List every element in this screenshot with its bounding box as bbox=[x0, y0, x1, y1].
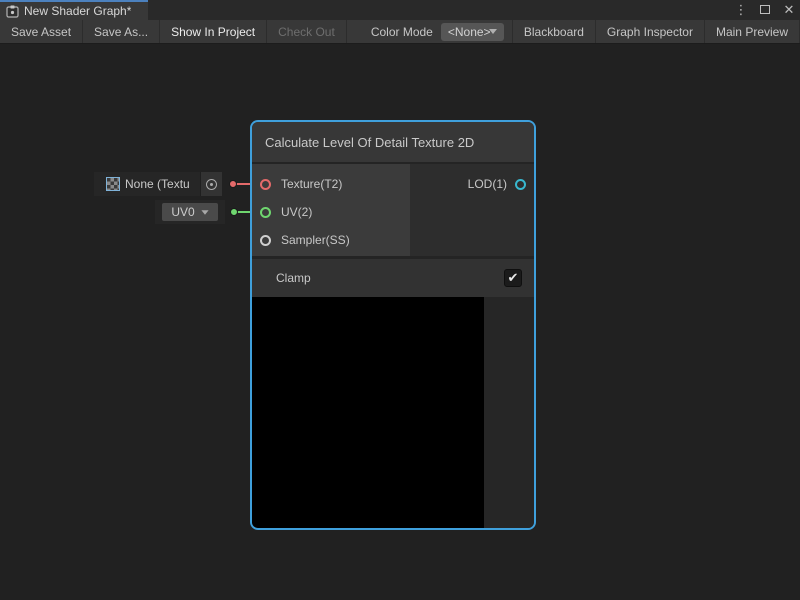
port-row-sampler: Sampler(SS) bbox=[252, 226, 410, 254]
node-title: Calculate Level Of Detail Texture 2D bbox=[265, 135, 474, 150]
input-ports-panel: Texture(T2) UV(2) Sampler(SS) bbox=[252, 164, 410, 256]
port-row-uv: UV(2) bbox=[252, 198, 410, 226]
chevron-down-icon bbox=[489, 29, 497, 34]
uv-channel-field: UV0 bbox=[155, 200, 225, 224]
checkmark-icon: ✔ bbox=[508, 270, 519, 286]
texture-object-field[interactable]: None (Textu bbox=[94, 172, 222, 196]
node-ports: Texture(T2) UV(2) Sampler(SS) LOD(1) bbox=[252, 164, 534, 256]
object-picker-icon bbox=[206, 179, 217, 190]
close-icon[interactable]: ✕ bbox=[782, 0, 796, 20]
color-mode-value: <None> bbox=[448, 25, 491, 39]
uv-channel-dropdown[interactable]: UV0 bbox=[162, 203, 218, 221]
lod-port-label: LOD(1) bbox=[468, 177, 507, 191]
save-as-button[interactable]: Save As... bbox=[83, 20, 160, 43]
texture-thumbnail-icon bbox=[106, 177, 120, 191]
texture-field-value: None (Textu bbox=[125, 177, 200, 191]
texture-port-label: Texture(T2) bbox=[281, 177, 342, 191]
shader-graph-icon bbox=[6, 5, 19, 18]
sampler-input-port[interactable] bbox=[260, 235, 271, 246]
node-calculate-lod-texture2d[interactable]: Calculate Level Of Detail Texture 2D Tex… bbox=[250, 120, 536, 530]
port-row-texture: Texture(T2) bbox=[252, 170, 410, 198]
color-mode-dropdown[interactable]: <None> bbox=[441, 23, 504, 41]
chevron-down-icon bbox=[201, 210, 208, 215]
check-out-button: Check Out bbox=[267, 20, 347, 43]
show-in-project-button[interactable]: Show In Project bbox=[160, 20, 267, 43]
uv-port-label: UV(2) bbox=[281, 205, 312, 219]
texture-wire-endpoint bbox=[229, 180, 237, 188]
sampler-port-label: Sampler(SS) bbox=[281, 233, 350, 247]
lod-output-port[interactable] bbox=[515, 179, 526, 190]
color-mode-label: Color Mode bbox=[347, 20, 441, 43]
graph-inspector-button[interactable]: Graph Inspector bbox=[596, 20, 705, 43]
output-ports-panel: LOD(1) bbox=[410, 164, 534, 256]
node-preview-area bbox=[252, 297, 534, 528]
save-asset-button[interactable]: Save Asset bbox=[0, 20, 83, 43]
node-header[interactable]: Calculate Level Of Detail Texture 2D bbox=[252, 122, 534, 164]
main-preview-button[interactable]: Main Preview bbox=[705, 20, 800, 43]
node-preview-margin bbox=[484, 297, 534, 528]
tab-title: New Shader Graph* bbox=[24, 4, 131, 18]
clamp-row: Clamp ✔ bbox=[252, 259, 534, 297]
toolbar: Save Asset Save As... Show In Project Ch… bbox=[0, 20, 800, 44]
port-row-lod: LOD(1) bbox=[410, 170, 534, 198]
texture-input-port[interactable] bbox=[260, 179, 271, 190]
maximize-glyph bbox=[760, 5, 770, 14]
tab-bar: New Shader Graph* ⋮ ✕ bbox=[0, 0, 800, 20]
tab-new-shader-graph[interactable]: New Shader Graph* bbox=[0, 0, 148, 20]
uv-input-port[interactable] bbox=[260, 207, 271, 218]
object-picker-button[interactable] bbox=[200, 172, 222, 196]
menu-icon[interactable]: ⋮ bbox=[734, 0, 748, 20]
node-preview bbox=[252, 297, 484, 528]
window-controls: ⋮ ✕ bbox=[734, 0, 796, 20]
clamp-checkbox[interactable]: ✔ bbox=[504, 269, 522, 287]
uv-channel-value: UV0 bbox=[171, 205, 194, 219]
blackboard-button[interactable]: Blackboard bbox=[512, 20, 596, 43]
uv-wire-endpoint bbox=[230, 208, 238, 216]
maximize-icon[interactable] bbox=[758, 0, 772, 20]
clamp-label: Clamp bbox=[276, 271, 311, 285]
